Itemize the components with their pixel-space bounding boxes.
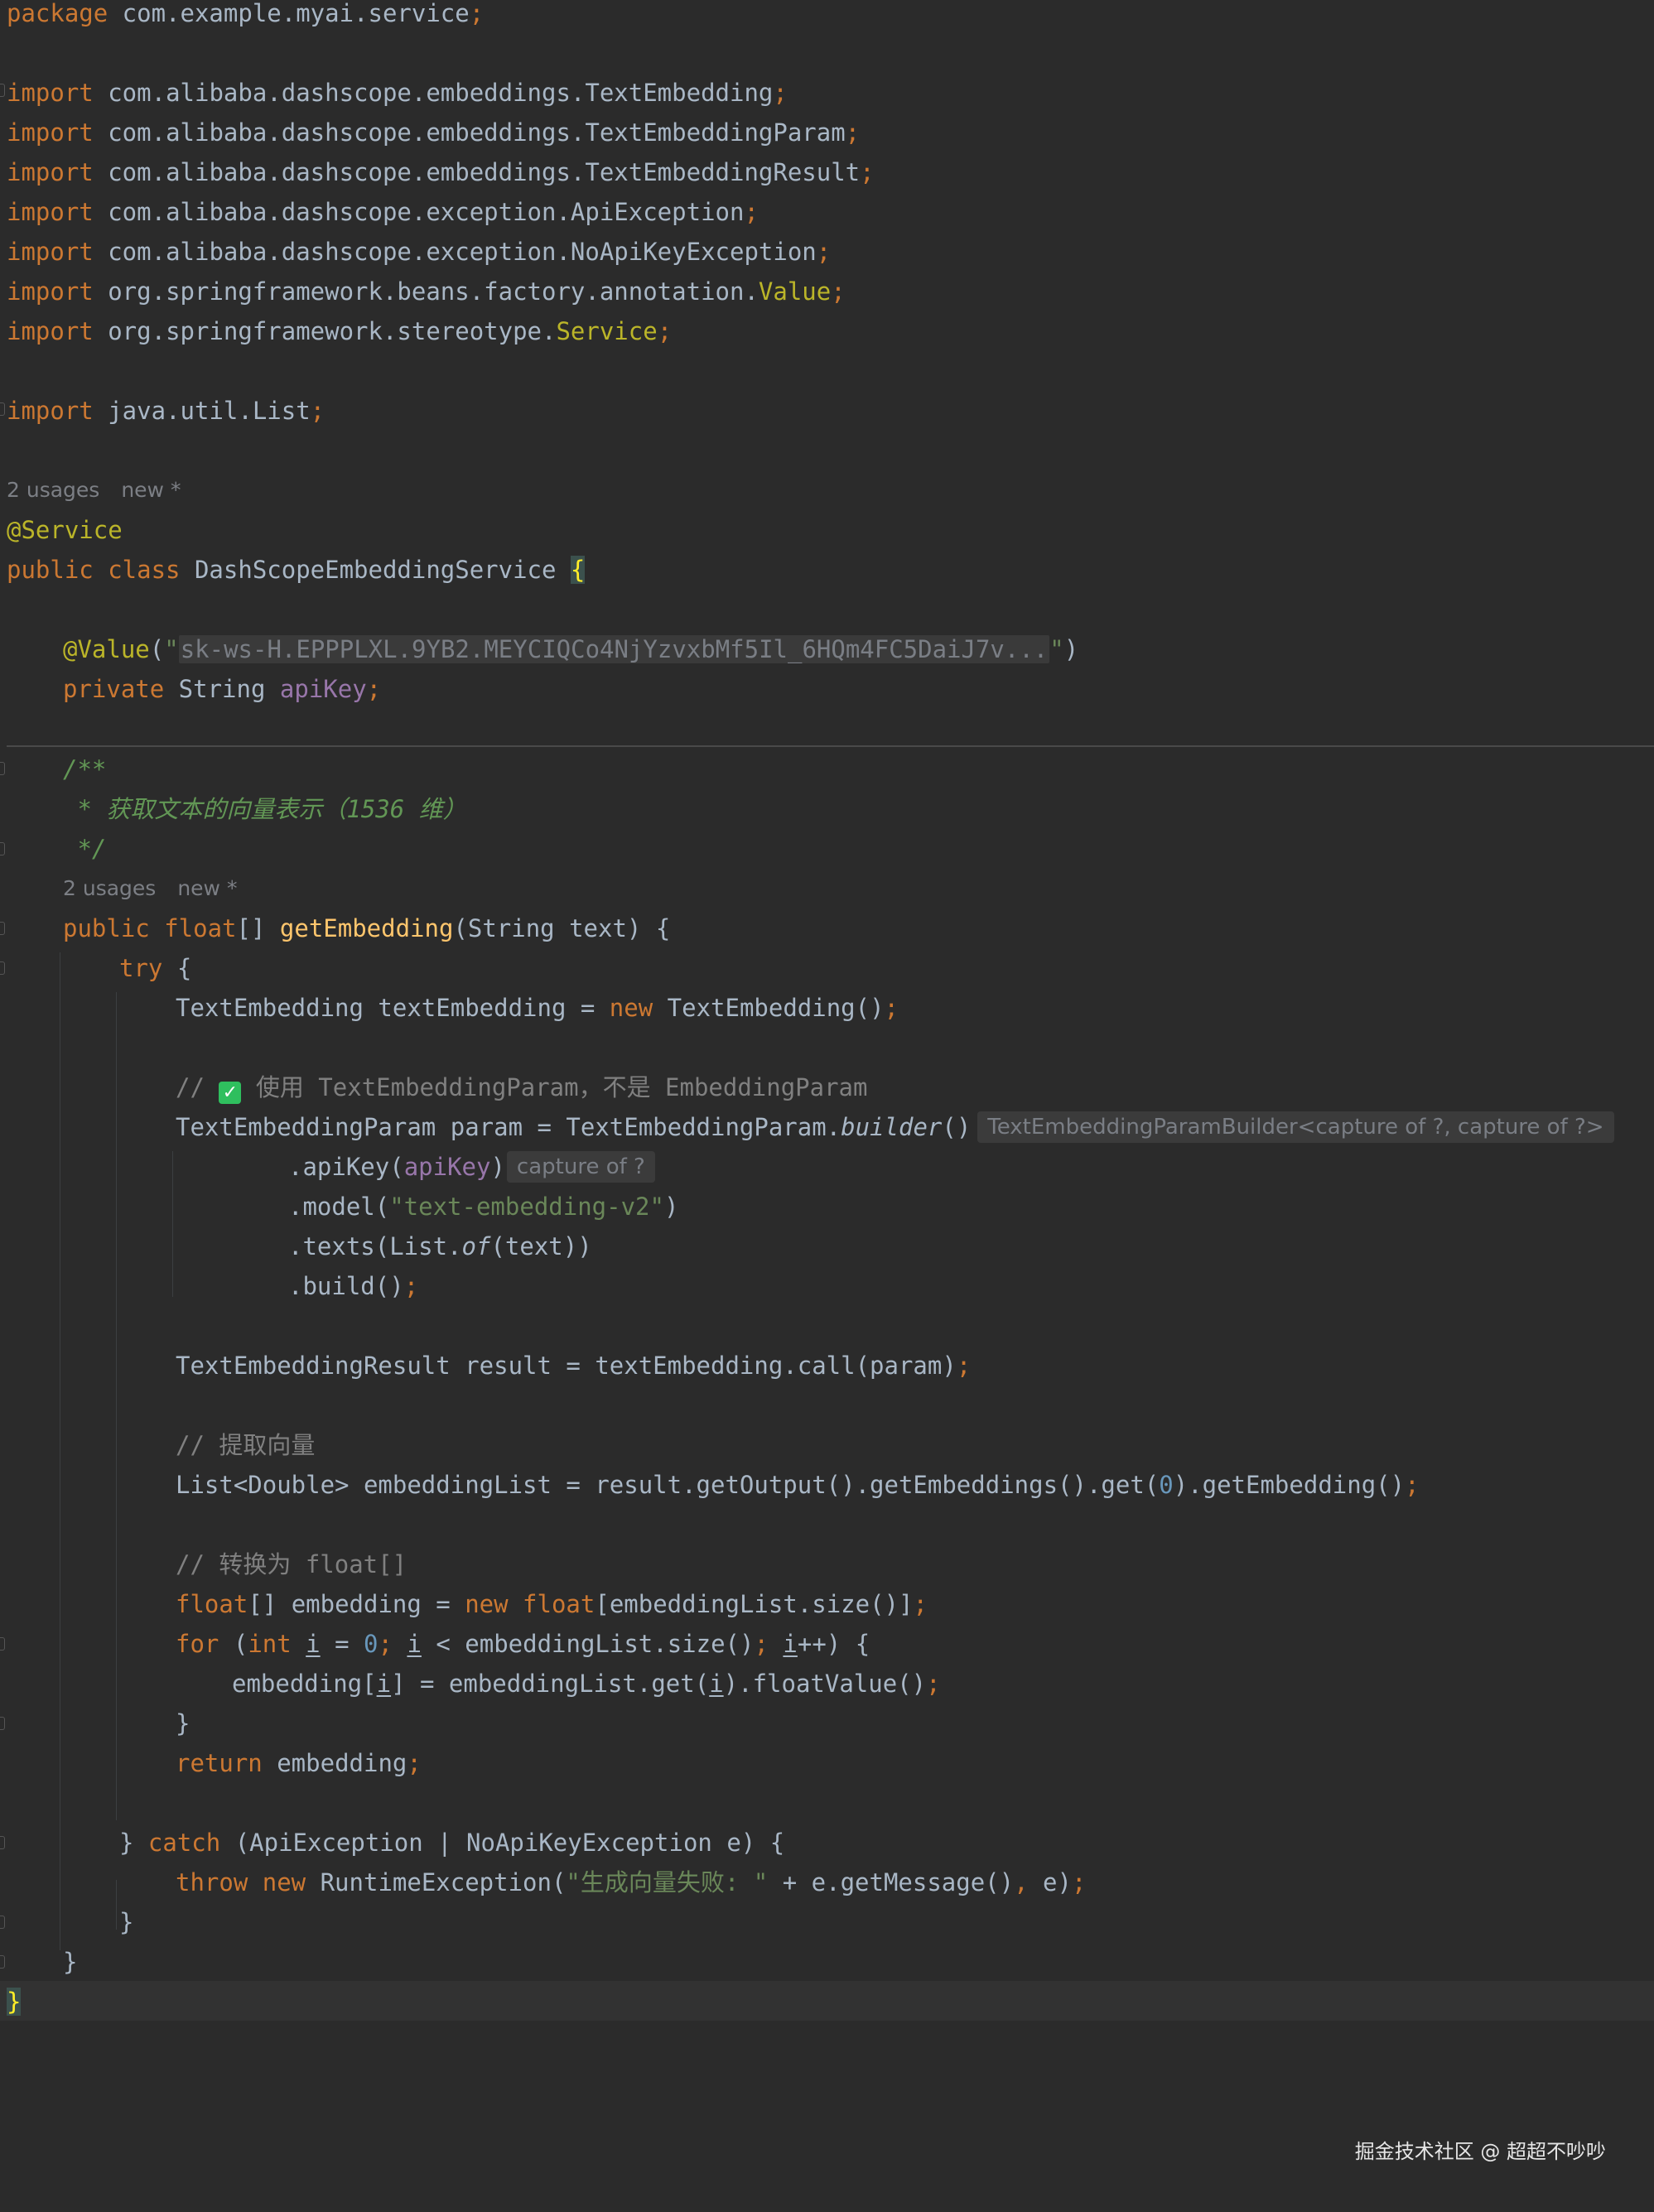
code-line-catch[interactable]: } catch (ApiException | NoApiKeyExceptio…: [0, 1823, 1654, 1863]
code-line-chain[interactable]: .model("text-embedding-v2"): [0, 1187, 1654, 1226]
comment-text: // 提取向量: [176, 1431, 316, 1459]
doc-comment-text: * 获取文本的向量表示（1536 维）: [63, 795, 467, 823]
usages-link[interactable]: 2 usages: [7, 478, 99, 502]
author-hint[interactable]: new *: [121, 478, 181, 502]
code-line-brace[interactable]: }: [0, 1902, 1654, 1942]
type-inlay-hint[interactable]: TextEmbeddingParamBuilder<capture of ?, …: [977, 1111, 1614, 1143]
code-line-doc-end[interactable]: */: [0, 829, 1654, 869]
method-separator: [7, 745, 1654, 747]
code-line-chain[interactable]: .build();: [0, 1266, 1654, 1306]
code-line-chain[interactable]: .texts(List.of(text)): [0, 1226, 1654, 1266]
code-editor[interactable]: package com.example.myai.service; import…: [0, 0, 1654, 2212]
comment-text: // 转换为 float[]: [176, 1550, 407, 1578]
code-line-statement[interactable]: float[] embedding = new float[embeddingL…: [0, 1584, 1654, 1624]
codelens-method-usages[interactable]: 2 usages new *: [63, 869, 237, 908]
code-line-import[interactable]: import com.alibaba.dashscope.exception.N…: [0, 232, 1654, 272]
code-line-method-decl[interactable]: public float[] getEmbedding(String text)…: [0, 908, 1654, 948]
code-line-import[interactable]: import com.alibaba.dashscope.embeddings.…: [0, 73, 1654, 113]
string-literal: "text-embedding-v2": [389, 1193, 664, 1221]
type-inlay-hint[interactable]: capture of ?: [506, 1151, 655, 1183]
code-line-import[interactable]: import com.alibaba.dashscope.embeddings.…: [0, 152, 1654, 192]
code-line-comment[interactable]: // 转换为 float[]: [0, 1545, 1654, 1584]
code-line-for[interactable]: for (int i = 0; i < embeddingList.size()…: [0, 1624, 1654, 1664]
code-line-throw[interactable]: throw new RuntimeException("生成向量失败: " + …: [0, 1863, 1654, 1902]
watermark: 掘金技术社区 @ 超超不吵吵: [1354, 2140, 1606, 2163]
code-line-import[interactable]: import org.springframework.stereotype.Se…: [0, 311, 1654, 351]
code-line-chain[interactable]: .apiKey(apiKey) capture of ?: [0, 1147, 1654, 1187]
code-line-statement[interactable]: embedding[i] = embeddingList.get(i).floa…: [0, 1664, 1654, 1704]
code-line-statement[interactable]: List<Double> embeddingList = result.getO…: [0, 1465, 1654, 1505]
code-line-doc-start[interactable]: /**: [0, 749, 1654, 789]
code-line-value-annotation[interactable]: @Value("sk-ws-H.EPPPLXL.9YB2.MEYCIQCo4Nj…: [0, 629, 1654, 669]
code-line-try[interactable]: try {: [0, 948, 1654, 988]
code-line-package[interactable]: package com.example.myai.service;: [0, 0, 1654, 33]
folded-string[interactable]: sk-ws-H.EPPPLXL.9YB2.MEYCIQCo4NjYzvxbMf5…: [178, 635, 1050, 663]
code-line-doc[interactable]: * 获取文本的向量表示（1536 维）: [0, 789, 1654, 829]
code-line-import[interactable]: import com.alibaba.dashscope.exception.A…: [0, 192, 1654, 232]
code-line-comment[interactable]: // ✓ 使用 TextEmbeddingParam，不是 EmbeddingP…: [0, 1067, 1654, 1107]
code-line-brace[interactable]: }: [0, 1942, 1654, 1982]
codelens-class-usages[interactable]: 2 usages new *: [7, 470, 181, 510]
check-mark-icon: ✓: [219, 1082, 242, 1104]
code-line-import[interactable]: import org.springframework.beans.factory…: [0, 272, 1654, 311]
code-line-class-close[interactable]: }: [0, 1982, 1654, 2022]
comment-text: 使用 TextEmbeddingParam，不是 EmbeddingParam: [241, 1073, 868, 1101]
code-line-return[interactable]: return embedding;: [0, 1743, 1654, 1783]
code-line-statement[interactable]: TextEmbeddingResult result = textEmbeddi…: [0, 1346, 1654, 1386]
code-line-class-decl[interactable]: public class DashScopeEmbeddingService {: [0, 550, 1654, 590]
author-hint[interactable]: new *: [177, 876, 237, 900]
code-line-brace[interactable]: }: [0, 1704, 1654, 1743]
code-line-annotation[interactable]: @Service: [0, 510, 1654, 550]
code-line-import[interactable]: import com.alibaba.dashscope.embeddings.…: [0, 113, 1654, 152]
code-line-comment[interactable]: // 提取向量: [0, 1425, 1654, 1465]
code-line-field[interactable]: private String apiKey;: [0, 669, 1654, 709]
code-line-statement[interactable]: TextEmbeddingParam param = TextEmbedding…: [0, 1107, 1654, 1147]
code-line-statement[interactable]: TextEmbedding textEmbedding = new TextEm…: [0, 988, 1654, 1028]
string-literal: "生成向量失败: ": [566, 1868, 769, 1896]
code-line-import[interactable]: import java.util.List;: [0, 391, 1654, 431]
usages-link[interactable]: 2 usages: [63, 876, 156, 900]
